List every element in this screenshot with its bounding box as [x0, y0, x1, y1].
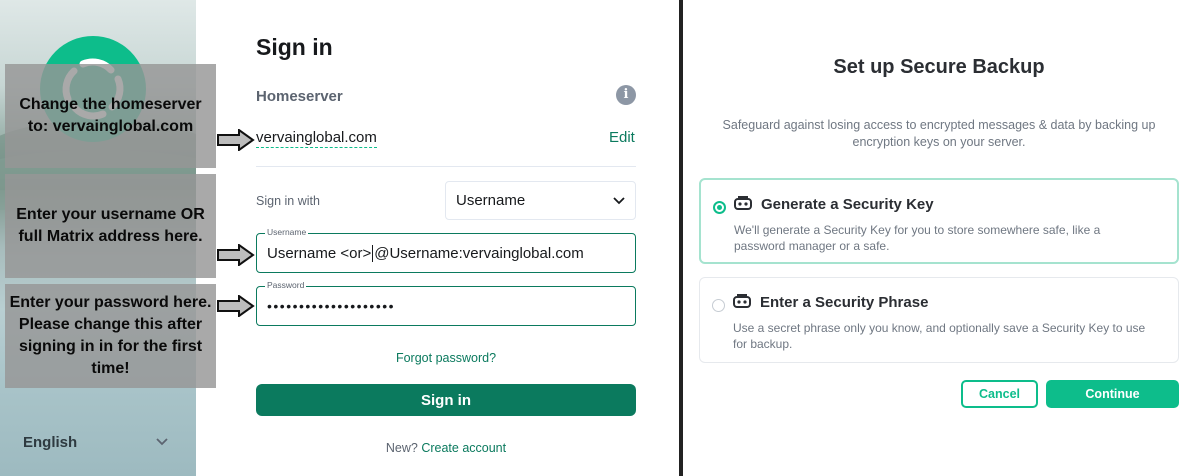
divider: [256, 166, 636, 167]
key-icon: [733, 294, 751, 308]
right-arrow-icon: [217, 244, 255, 266]
key-icon: [734, 196, 752, 210]
password-value: ••••••••••••••••••••: [267, 298, 396, 314]
continue-button[interactable]: Continue: [1046, 380, 1179, 408]
callout-text: Change the homeserver to: vervainglobal.…: [19, 96, 202, 135]
dialog-description: Safeguard against losing access to encry…: [722, 118, 1156, 149]
create-account-link[interactable]: Create account: [421, 441, 506, 455]
option-title: Enter a Security Phrase: [760, 294, 929, 311]
option-title: Generate a Security Key: [761, 196, 934, 213]
homeserver-label: Homeserver: [256, 88, 343, 105]
radio-selected[interactable]: [713, 201, 726, 214]
password-field[interactable]: Password ••••••••••••••••••••: [256, 280, 636, 326]
edit-homeserver-link[interactable]: Edit: [609, 129, 635, 146]
username-field[interactable]: Username Username <or> @Username:vervaing…: [256, 227, 636, 273]
option-enter-security-phrase[interactable]: Enter a Security Phrase Use a secret phr…: [699, 277, 1179, 363]
callout-username: Enter your username OR full Matrix addre…: [5, 174, 216, 278]
right-arrow-icon: [217, 295, 255, 317]
sign-in-with-select[interactable]: Username: [445, 181, 636, 220]
username-value-part2: @Username:vervainglobal.com: [374, 244, 584, 262]
text-caret: [372, 244, 374, 262]
new-prefix: New?: [385, 441, 418, 455]
radio-unselected[interactable]: [712, 299, 725, 312]
language-label: English: [23, 433, 78, 451]
username-value-part1: Username <or>: [267, 244, 372, 262]
callout-text: Enter your username OR full Matrix addre…: [16, 206, 205, 245]
info-icon[interactable]: i: [616, 85, 636, 105]
cancel-button[interactable]: Cancel: [961, 380, 1038, 408]
create-account-row: New? Create account: [256, 441, 636, 455]
sign-in-with-label: Sign in with: [256, 194, 320, 208]
homeserver-value: vervainglobal.com: [256, 129, 377, 148]
page-title: Sign in: [256, 34, 333, 60]
callout-password: Enter your password here. Please change …: [5, 284, 216, 388]
chevron-down-icon: [613, 196, 625, 204]
language-selector[interactable]: English: [23, 432, 168, 452]
username-label: Username: [265, 227, 309, 237]
option-generate-security-key[interactable]: Generate a Security Key We'll generate a…: [699, 178, 1179, 264]
callout-homeserver: Change the homeserver to: vervainglobal.…: [5, 64, 216, 168]
right-arrow-icon: [217, 129, 255, 151]
sign-in-form: Sign in Homeserver i vervainglobal.com E…: [256, 0, 636, 476]
option-description: Use a secret phrase only you know, and o…: [733, 321, 1146, 351]
password-label: Password: [265, 280, 307, 290]
callout-text: Enter your password here. Please change …: [9, 294, 212, 377]
select-value: Username: [456, 192, 526, 209]
option-description: We'll generate a Security Key for you to…: [734, 223, 1101, 253]
chevron-down-icon: [156, 438, 168, 446]
sign-in-button[interactable]: Sign in: [256, 384, 636, 416]
secure-backup-dialog: Set up Secure Backup Safeguard against l…: [683, 0, 1200, 476]
dialog-title: Set up Secure Backup: [833, 56, 1045, 78]
forgot-password-link[interactable]: Forgot password?: [256, 351, 636, 365]
